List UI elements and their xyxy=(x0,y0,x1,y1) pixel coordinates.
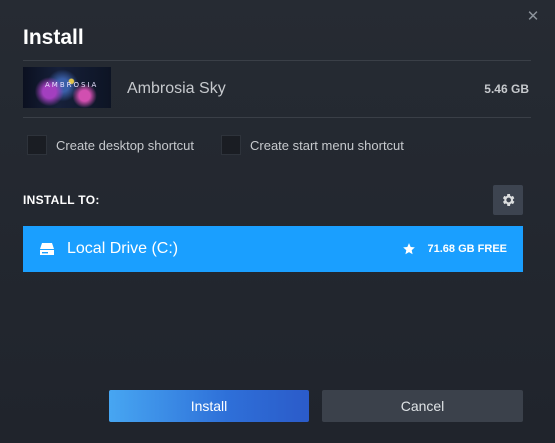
drive-settings-button[interactable] xyxy=(493,185,523,215)
checkbox-box[interactable] xyxy=(221,135,241,155)
install-to-label: INSTALL TO: xyxy=(23,193,100,207)
checkbox-box[interactable] xyxy=(27,135,47,155)
capsule-logo-text: AMBROSIA xyxy=(45,81,99,89)
game-row: AMBROSIA Ambrosia Sky 5.46 GB xyxy=(23,61,531,117)
game-size: 5.46 GB xyxy=(484,82,529,96)
drive-icon xyxy=(40,243,54,255)
desktop-shortcut-checkbox[interactable]: Create desktop shortcut xyxy=(27,134,194,156)
shortcut-options: Create desktop shortcut Create start men… xyxy=(27,134,527,156)
desktop-shortcut-label: Create desktop shortcut xyxy=(56,137,195,153)
divider xyxy=(23,117,531,118)
game-capsule-image: AMBROSIA xyxy=(23,67,111,108)
install-button[interactable]: Install xyxy=(109,390,309,422)
game-name: Ambrosia Sky xyxy=(127,80,226,97)
cancel-button[interactable]: Cancel xyxy=(322,390,523,422)
start-menu-shortcut-label: Create start menu shortcut xyxy=(250,137,404,153)
dialog-title: Install xyxy=(23,26,84,49)
start-menu-shortcut-checkbox[interactable]: Create start menu shortcut xyxy=(221,134,404,156)
star-icon xyxy=(402,243,415,255)
drive-name: Local Drive (C:) xyxy=(67,240,179,257)
gear-icon xyxy=(502,194,515,206)
install-dialog: ✕ Install AMBROSIA Ambrosia Sky 5.46 GB … xyxy=(0,0,555,443)
drive-free-space: 71.68 GB FREE xyxy=(427,243,507,255)
drive-option-local-c[interactable]: Local Drive (C:) 71.68 GB FREE xyxy=(23,226,523,272)
close-icon[interactable]: ✕ xyxy=(525,9,541,25)
